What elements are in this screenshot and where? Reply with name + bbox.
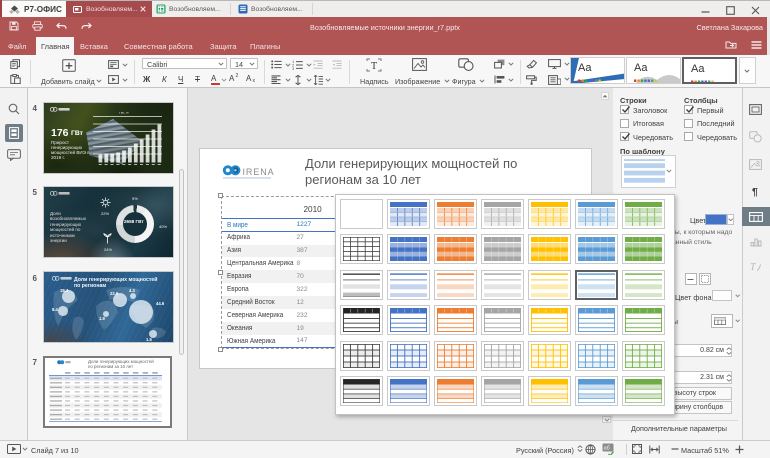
svg-text:T: T — [750, 262, 757, 272]
svg-text:ГВт, %: ГВт, % — [119, 112, 129, 115]
svg-text:3: 3 — [292, 66, 295, 70]
svg-text:аб: аб — [604, 446, 610, 452]
svg-text:T: T — [371, 61, 377, 72]
